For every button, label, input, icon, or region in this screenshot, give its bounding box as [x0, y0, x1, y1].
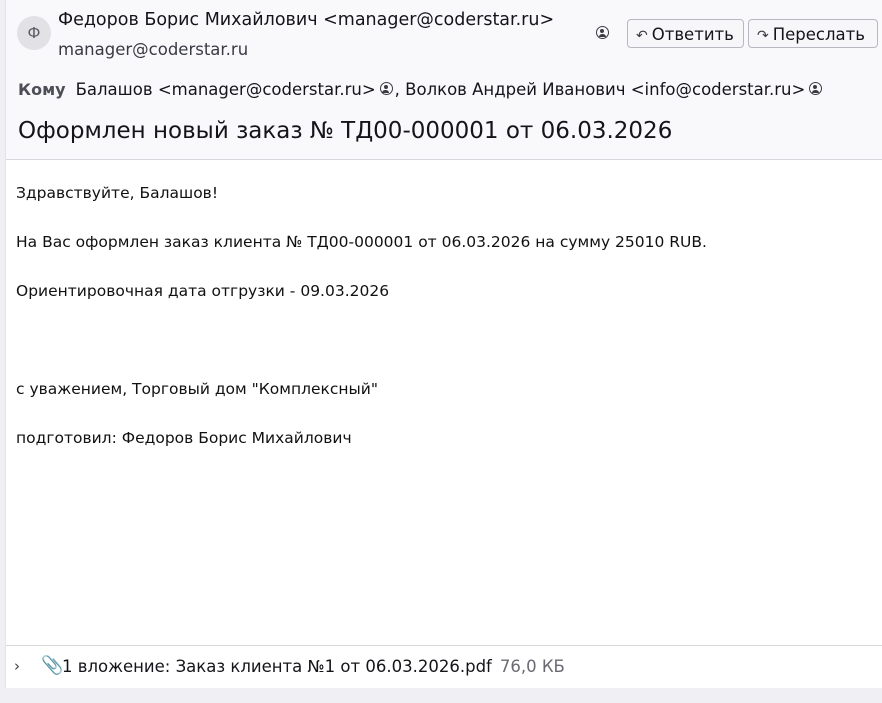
attachment-label: 1 вложение: Заказ клиента №1 от 06.03.20… — [62, 657, 492, 676]
attachment-size: 76,0 КБ — [499, 657, 565, 676]
sender-display[interactable]: Федоров Борис Михайлович <manager@coders… — [58, 10, 554, 30]
forward-icon: ↷ — [757, 28, 769, 44]
sender-avatar: Ф — [17, 16, 51, 50]
reply-button[interactable]: ↶ Ответить — [627, 19, 744, 48]
forward-button[interactable]: ↷ Переслать — [748, 19, 878, 48]
sender-email: manager@coderstar.ru — [58, 40, 249, 59]
order-line: На Вас оформлен заказ клиента № ТД00-000… — [16, 233, 707, 251]
recipient-2[interactable]: Волков Андрей Иванович <info@coderstar.r… — [405, 80, 805, 99]
paperclip-icon: 📎 — [41, 655, 64, 676]
forward-label: Переслать — [772, 25, 865, 44]
attachment-summary[interactable]: 1 вложение: Заказ клиента №1 от 06.03.20… — [62, 657, 565, 676]
reply-icon: ↶ — [636, 28, 648, 44]
contact-icon[interactable] — [596, 26, 609, 39]
to-label: Кому — [18, 80, 66, 99]
reply-label: Ответить — [651, 25, 734, 44]
message-body: Здравствуйте, Балашов! На Вас оформлен з… — [16, 183, 866, 477]
message-subject: Оформлен новый заказ № ТД00-000001 от 06… — [18, 118, 673, 144]
prepared-by-line: подготовил: Федоров Борис Михайлович — [16, 429, 352, 447]
message-header: Ф Федоров Борис Михайлович <manager@code… — [6, 0, 882, 160]
shipping-date-line: Ориентировочная дата отгрузки - 09.03.20… — [16, 282, 390, 300]
recipient-separator: , — [394, 80, 400, 99]
message-window: Ф Федоров Борис Михайлович <manager@code… — [0, 0, 882, 703]
bottom-strip — [0, 688, 882, 703]
regards-line: с уважением, Торговый дом "Комплексный" — [16, 380, 379, 398]
attachments-bar[interactable]: › 📎 1 вложение: Заказ клиента №1 от 06.0… — [6, 645, 882, 689]
contact-icon[interactable] — [809, 82, 823, 95]
recipients-row: Кому Балашов <manager@coderstar.ru>, Волк… — [18, 80, 824, 99]
recipient-1[interactable]: Балашов <manager@coderstar.ru> — [76, 80, 376, 99]
contact-icon[interactable] — [379, 82, 393, 95]
greeting-line: Здравствуйте, Балашов! — [16, 184, 219, 202]
chevron-right-icon[interactable]: › — [14, 657, 20, 675]
